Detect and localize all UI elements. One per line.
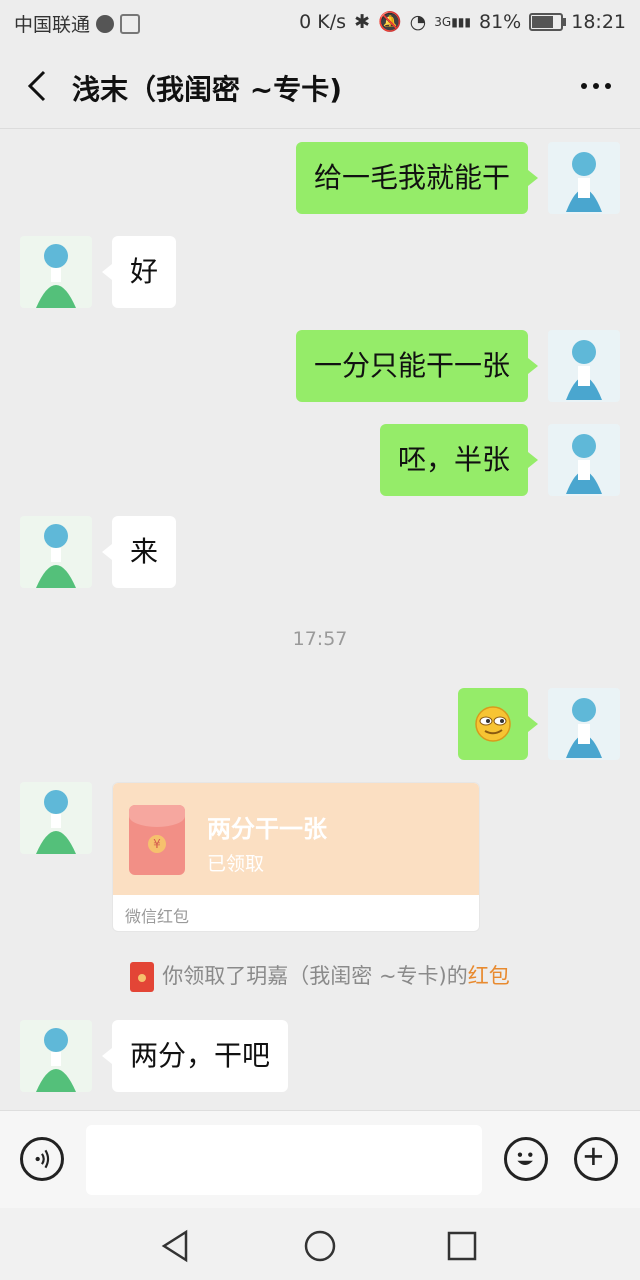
sent-emoji-bubble[interactable] xyxy=(458,688,538,760)
received-message-bubble[interactable]: 来 xyxy=(101,516,177,588)
emoji-icon[interactable] xyxy=(504,1137,548,1181)
voice-status-icon xyxy=(96,14,115,33)
my-avatar[interactable] xyxy=(548,688,620,760)
message-timestamp: 17:57 xyxy=(292,628,348,650)
sent-message-bubble[interactable]: 一分只能干一张 xyxy=(295,330,539,402)
red-packet-card[interactable]: ¥ 两分干一张 已领取 微信红包 xyxy=(112,782,480,932)
contact-avatar[interactable] xyxy=(20,782,92,854)
mute-icon: 🔕 xyxy=(377,11,402,33)
my-avatar[interactable] xyxy=(548,330,620,402)
red-packet-status: 已领取 xyxy=(207,853,265,875)
voice-icon[interactable] xyxy=(20,1137,64,1181)
chat-header: 浅末（我闺密 ~专卡) xyxy=(0,44,640,129)
clock: 18:21 xyxy=(571,10,626,33)
back-arrow-icon[interactable] xyxy=(22,66,56,106)
message-input[interactable] xyxy=(86,1125,482,1195)
contact-avatar[interactable] xyxy=(20,1020,92,1092)
red-packet-link[interactable]: 红包 xyxy=(468,964,510,988)
battery-percent: 81% xyxy=(479,10,522,33)
red-packet-small-icon xyxy=(130,962,155,992)
nav-back-icon[interactable] xyxy=(158,1228,194,1264)
red-packet-footer: 微信红包 xyxy=(125,907,190,926)
sent-message-bubble[interactable]: 呸，半张 xyxy=(379,424,539,496)
my-avatar[interactable] xyxy=(548,424,620,496)
smirk-emoji xyxy=(475,706,511,742)
nav-home-icon[interactable] xyxy=(302,1228,338,1264)
contact-avatar[interactable] xyxy=(20,516,92,588)
wifi-icon: ◔ xyxy=(409,10,427,33)
red-packet-top: ¥ 两分干一张 已领取 xyxy=(113,783,479,895)
bluetooth-icon: ✱ xyxy=(354,10,370,33)
app-notification-icon xyxy=(120,13,141,34)
status-left: 中国联通 xyxy=(14,10,141,37)
received-message-bubble[interactable]: 好 xyxy=(101,236,177,308)
my-avatar[interactable] xyxy=(548,142,620,214)
carrier-label: 中国联通 xyxy=(14,14,91,36)
chat-title: 浅末（我闺密 ~专卡) xyxy=(72,73,343,106)
net-speed: 0 K/s xyxy=(299,10,347,33)
signal-icon: 3G▮▮▮ xyxy=(434,14,471,29)
plus-icon[interactable] xyxy=(574,1137,618,1181)
system-message: 你领取了玥嘉（我闺密 ~专卡)的红包 xyxy=(0,960,640,992)
input-bar xyxy=(0,1110,640,1209)
nav-recent-icon[interactable] xyxy=(444,1228,480,1264)
status-right: 0 K/s ✱ 🔕 ◔ 3G▮▮▮ 81% 18:21 xyxy=(299,10,626,34)
red-envelope-icon: ¥ xyxy=(129,805,185,875)
more-dots-icon[interactable] xyxy=(576,68,616,104)
sent-message-bubble[interactable]: 给一毛我就能干 xyxy=(295,142,539,214)
red-packet-title: 两分干一张 xyxy=(207,815,327,843)
battery-icon xyxy=(529,12,567,31)
received-message-bubble[interactable]: 两分，干吧 xyxy=(101,1020,289,1092)
system-nav-bar xyxy=(0,1208,640,1280)
status-bar: 中国联通 0 K/s ✱ 🔕 ◔ 3G▮▮▮ 81% 18:21 xyxy=(0,0,640,44)
system-message-text: 你领取了玥嘉（我闺密 ~专卡)的 xyxy=(162,964,468,988)
message-list[interactable]: 给一毛我就能干 好 一分只能干一张 呸，半张 来 17:57 ¥ 两分干一张 已… xyxy=(0,128,640,1110)
contact-avatar[interactable] xyxy=(20,236,92,308)
